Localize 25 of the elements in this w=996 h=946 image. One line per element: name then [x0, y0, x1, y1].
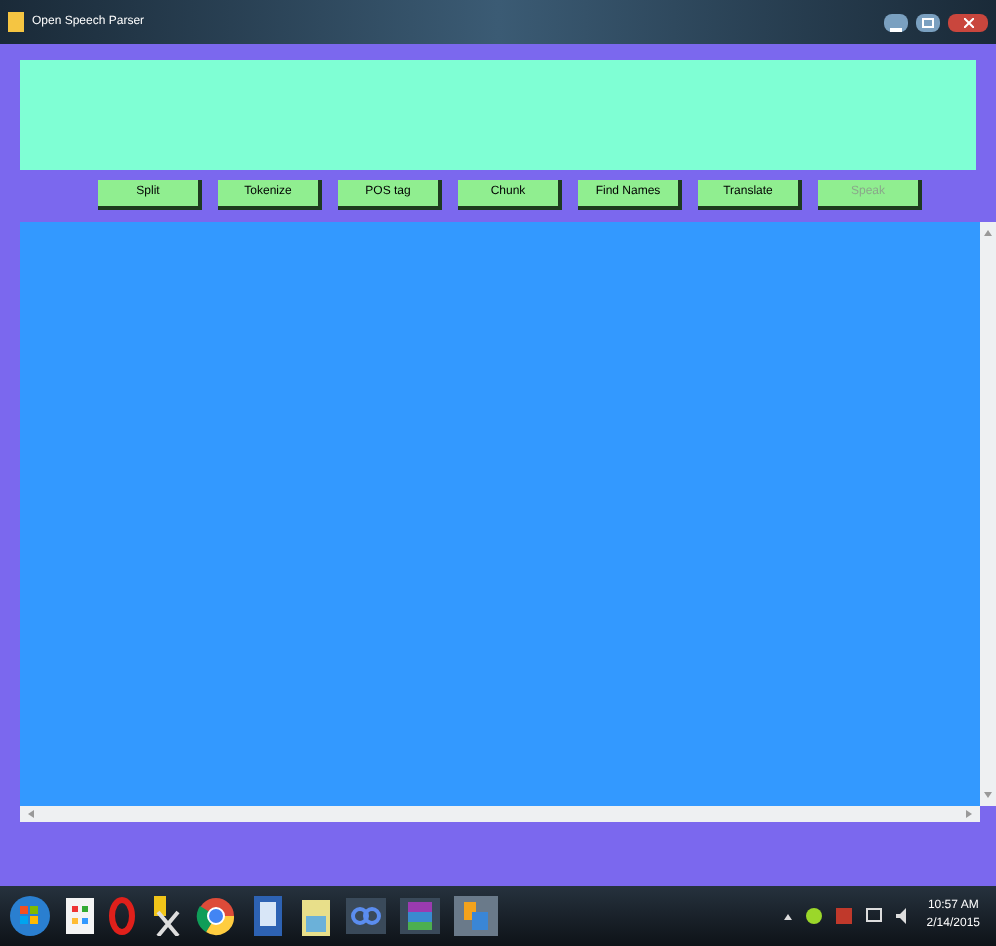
grid-app-icon[interactable]: [66, 898, 94, 934]
show-hidden-icons-icon[interactable]: [784, 913, 793, 919]
browser-app-icon[interactable]: [196, 896, 236, 936]
scroll-left-icon: [28, 810, 34, 818]
tray-icon[interactable]: [806, 908, 823, 924]
close-icon: [963, 17, 973, 27]
archive-app-icon[interactable]: [400, 898, 440, 934]
ring-app-icon[interactable]: [108, 896, 136, 936]
start-button[interactable]: [8, 894, 52, 938]
horizontal-scrollbar[interactable]: [20, 806, 980, 822]
infinity-app-icon[interactable]: [346, 898, 386, 934]
minimize-button[interactable]: [884, 13, 908, 31]
document-app-icon[interactable]: [250, 896, 286, 936]
input-text-area[interactable]: [20, 60, 976, 170]
scroll-right-icon: [966, 810, 972, 818]
tools-app-icon[interactable]: [150, 896, 182, 936]
vertical-scrollbar[interactable]: [980, 222, 996, 806]
notepad-app-icon[interactable]: [300, 896, 332, 936]
app-icon: [8, 12, 24, 32]
maximize-button[interactable]: [916, 13, 940, 31]
close-button[interactable]: [948, 13, 988, 31]
scroll-down-icon: [984, 792, 992, 798]
scroll-up-icon: [984, 230, 992, 236]
maximize-icon: [922, 17, 934, 27]
minimize-icon: [890, 25, 902, 31]
